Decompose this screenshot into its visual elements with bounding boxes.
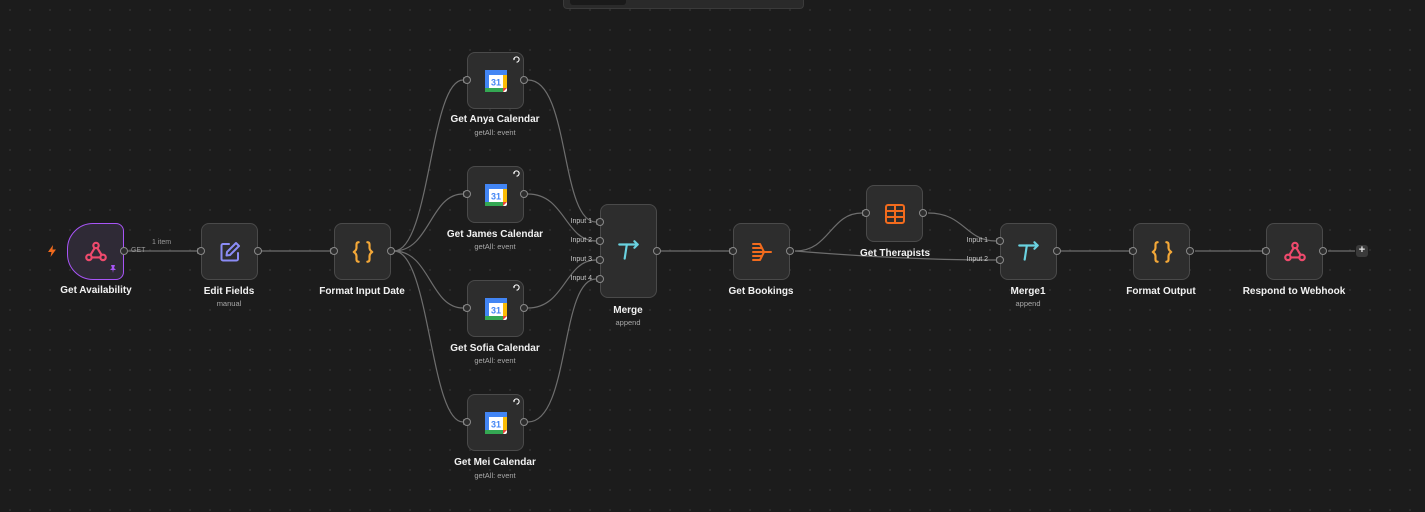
node-label: Format Output xyxy=(1126,286,1196,297)
input-port[interactable] xyxy=(197,247,205,255)
svg-text:31: 31 xyxy=(490,305,500,315)
output-port[interactable] xyxy=(1053,247,1061,255)
node-label: Merge xyxy=(613,305,643,316)
code-braces-icon xyxy=(352,240,373,263)
merge1-input-label: Input 2 xyxy=(966,256,988,263)
input-port-2[interactable] xyxy=(996,256,1004,264)
webhook-icon xyxy=(84,241,107,261)
output-port[interactable] xyxy=(919,209,927,217)
node-label: Get Bookings xyxy=(728,286,794,297)
output-port[interactable] xyxy=(520,190,528,198)
pin-icon xyxy=(110,265,116,273)
node-label: Merge1 xyxy=(1010,286,1046,297)
node-get-sofia-calendar[interactable]: 31 xyxy=(467,280,524,337)
input-port[interactable] xyxy=(463,304,471,312)
output-port[interactable] xyxy=(520,304,528,312)
input-port-1[interactable] xyxy=(596,218,604,226)
webhook-icon xyxy=(1283,241,1306,261)
input-port[interactable] xyxy=(1129,247,1137,255)
node-get-mei-calendar[interactable]: 31 xyxy=(467,394,524,451)
add-node-button[interactable]: + xyxy=(1356,245,1368,257)
table-icon xyxy=(884,203,905,224)
trigger-bolt-icon xyxy=(48,245,56,257)
input-port-2[interactable] xyxy=(596,237,604,245)
node-subtitle: manual xyxy=(216,299,242,308)
node-get-therapists[interactable] xyxy=(866,185,923,242)
google-calendar-icon: 31 xyxy=(484,297,507,320)
node-label: Get James Calendar xyxy=(446,229,544,240)
output-port[interactable] xyxy=(387,247,395,255)
input-port[interactable] xyxy=(1262,247,1270,255)
google-calendar-icon: 31 xyxy=(484,183,507,206)
node-respond-to-webhook[interactable] xyxy=(1266,223,1323,280)
refresh-icon xyxy=(513,56,520,63)
input-port[interactable] xyxy=(463,418,471,426)
google-calendar-icon: 31 xyxy=(484,411,507,434)
merge-input-label: Input 1 xyxy=(570,218,592,225)
input-port-3[interactable] xyxy=(596,256,604,264)
input-port-4[interactable] xyxy=(596,275,604,283)
output-port[interactable] xyxy=(653,247,661,255)
node-subtitle: getAll: event xyxy=(474,471,516,480)
node-format-input-date[interactable] xyxy=(334,223,391,280)
input-port[interactable] xyxy=(330,247,338,255)
output-port[interactable] xyxy=(254,247,262,255)
input-port[interactable] xyxy=(463,76,471,84)
node-label: Get Sofia Calendar xyxy=(450,343,540,354)
node-merge1[interactable] xyxy=(1000,223,1057,280)
edge-items-label: 1 item xyxy=(152,239,172,246)
node-label: Respond to Webhook xyxy=(1242,286,1346,297)
input-port-1[interactable] xyxy=(996,237,1004,245)
node-subtitle: getAll: event xyxy=(474,128,516,137)
refresh-icon xyxy=(513,398,520,405)
filter-funnel-icon xyxy=(751,242,772,261)
svg-text:31: 31 xyxy=(490,419,500,429)
merge-input-label: Input 4 xyxy=(570,275,592,282)
output-port[interactable] xyxy=(1319,247,1327,255)
merge-icon xyxy=(617,240,639,260)
merge-input-label: Input 3 xyxy=(570,256,592,263)
node-label: Get Availability xyxy=(60,285,132,296)
node-get-bookings[interactable] xyxy=(733,223,790,280)
node-subtitle: append xyxy=(1015,299,1041,308)
node-subtitle: append xyxy=(615,318,641,327)
output-port[interactable] xyxy=(520,76,528,84)
node-get-anya-calendar[interactable]: 31 xyxy=(467,52,524,109)
svg-text:31: 31 xyxy=(490,77,500,87)
node-get-james-calendar[interactable]: 31 xyxy=(467,166,524,223)
refresh-icon xyxy=(513,284,520,291)
code-braces-icon xyxy=(1151,240,1172,263)
node-label: Format Input Date xyxy=(319,286,405,297)
input-port[interactable] xyxy=(862,209,870,217)
edge-bookings-therapists xyxy=(794,212,863,252)
output-port[interactable] xyxy=(120,247,128,255)
merge1-input-label: Input 1 xyxy=(966,237,988,244)
merge-icon xyxy=(1017,240,1039,261)
edge-anya-merge xyxy=(527,79,597,223)
pencil-icon xyxy=(220,241,240,261)
google-calendar-icon: 31 xyxy=(484,69,507,92)
node-edit-fields[interactable] xyxy=(201,223,258,280)
output-port[interactable] xyxy=(786,247,794,255)
node-subtitle: getAll: event xyxy=(474,242,516,251)
input-port[interactable] xyxy=(463,190,471,198)
node-format-output[interactable] xyxy=(1133,223,1190,280)
refresh-icon xyxy=(513,170,520,177)
node-get-availability[interactable] xyxy=(67,223,124,280)
merge-input-label: Input 2 xyxy=(570,237,592,244)
output-port[interactable] xyxy=(520,418,528,426)
node-subtitle: getAll: event xyxy=(474,356,516,365)
node-label: Get Anya Calendar xyxy=(450,114,540,125)
input-port[interactable] xyxy=(729,247,737,255)
edge-format-sofia xyxy=(393,250,464,309)
node-merge[interactable] xyxy=(600,204,657,298)
output-port[interactable] xyxy=(1186,247,1194,255)
node-label: Get Mei Calendar xyxy=(454,457,536,468)
node-label: Edit Fields xyxy=(203,286,255,297)
svg-text:31: 31 xyxy=(490,191,500,201)
edge-method-label: GET xyxy=(131,247,146,254)
